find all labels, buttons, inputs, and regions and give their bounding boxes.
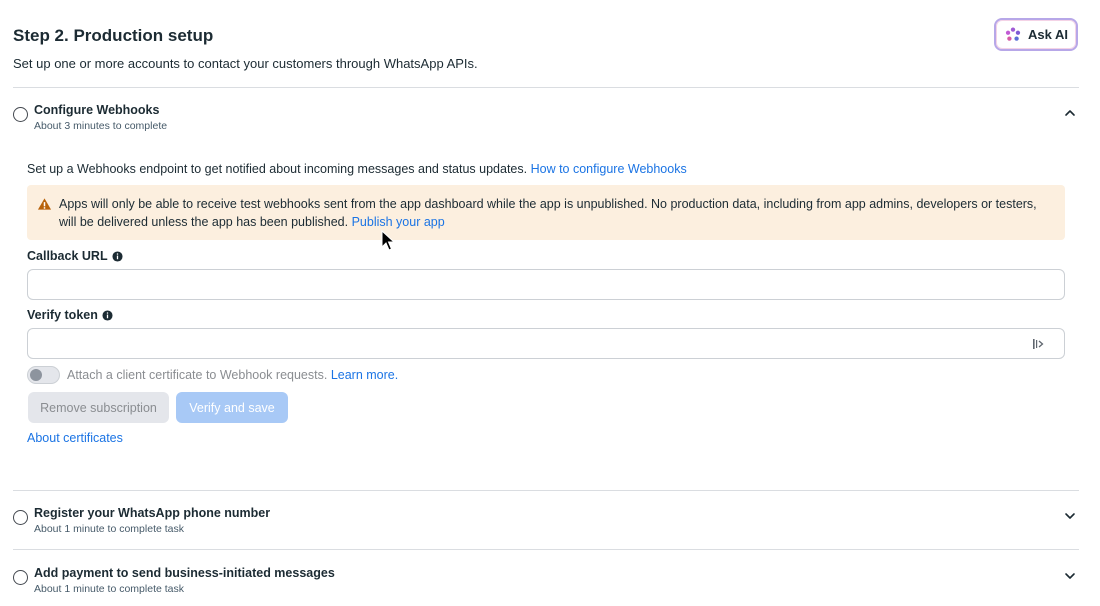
info-icon[interactable] (102, 309, 113, 321)
page-header: Step 2. Production setup Set up one or m… (13, 26, 1079, 71)
client-certificate-label: Attach a client certificate to Webhook r… (67, 368, 399, 382)
divider (13, 490, 1079, 491)
warning-icon (37, 198, 52, 210)
step-subtitle: About 1 minute to complete task (34, 523, 184, 535)
warning-text: Apps will only be able to receive test w… (59, 197, 1037, 229)
step-title: Configure Webhooks (34, 103, 160, 117)
callback-url-input[interactable] (27, 269, 1065, 300)
chevron-down-icon[interactable] (1063, 509, 1077, 523)
about-certificates-link[interactable]: About certificates (27, 431, 123, 445)
sparkle-icon (1005, 26, 1021, 41)
step-radio[interactable] (13, 570, 28, 585)
chevron-down-icon[interactable] (1063, 569, 1077, 583)
step-configure-webhooks[interactable]: Configure Webhooks About 3 minutes to co… (13, 103, 1079, 143)
mouse-cursor-icon (381, 230, 396, 251)
divider (13, 87, 1079, 88)
show-token-icon[interactable] (1031, 337, 1045, 351)
verify-token-label: Verify token (27, 308, 113, 322)
info-icon[interactable] (112, 250, 123, 262)
ask-ai-label: Ask AI (1028, 27, 1068, 42)
toggle-knob (30, 369, 42, 381)
unpublished-warning-banner: Apps will only be able to receive test w… (27, 185, 1065, 240)
step-radio[interactable] (13, 510, 28, 525)
callback-url-label: Callback URL (27, 249, 123, 263)
learn-more-link[interactable]: Learn more. (331, 368, 398, 382)
divider (13, 549, 1079, 550)
how-to-configure-link[interactable]: How to configure Webhooks (531, 162, 687, 176)
client-certificate-toggle[interactable] (27, 366, 60, 384)
page-title: Step 2. Production setup (13, 26, 214, 45)
step-title: Add payment to send business-initiated m… (34, 566, 335, 580)
webhooks-description: Set up a Webhooks endpoint to get notifi… (27, 162, 687, 176)
step-subtitle: About 3 minutes to complete (34, 120, 168, 132)
chevron-up-icon[interactable] (1063, 106, 1077, 120)
ask-ai-button[interactable]: Ask AI (994, 18, 1078, 51)
remove-subscription-button[interactable]: Remove subscription (28, 392, 169, 423)
step-radio[interactable] (13, 107, 28, 122)
step-title: Register your WhatsApp phone number (34, 506, 271, 520)
step-register-phone-number[interactable]: Register your WhatsApp phone number Abou… (13, 506, 1079, 546)
step-subtitle: About 1 minute to complete task (34, 583, 184, 595)
publish-app-link[interactable]: Publish your app (352, 215, 445, 229)
verify-and-save-button[interactable]: Verify and save (176, 392, 288, 423)
step-add-payment[interactable]: Add payment to send business-initiated m… (13, 566, 1079, 606)
page-subtitle: Set up one or more accounts to contact y… (13, 56, 478, 71)
verify-token-input[interactable] (27, 328, 1065, 359)
